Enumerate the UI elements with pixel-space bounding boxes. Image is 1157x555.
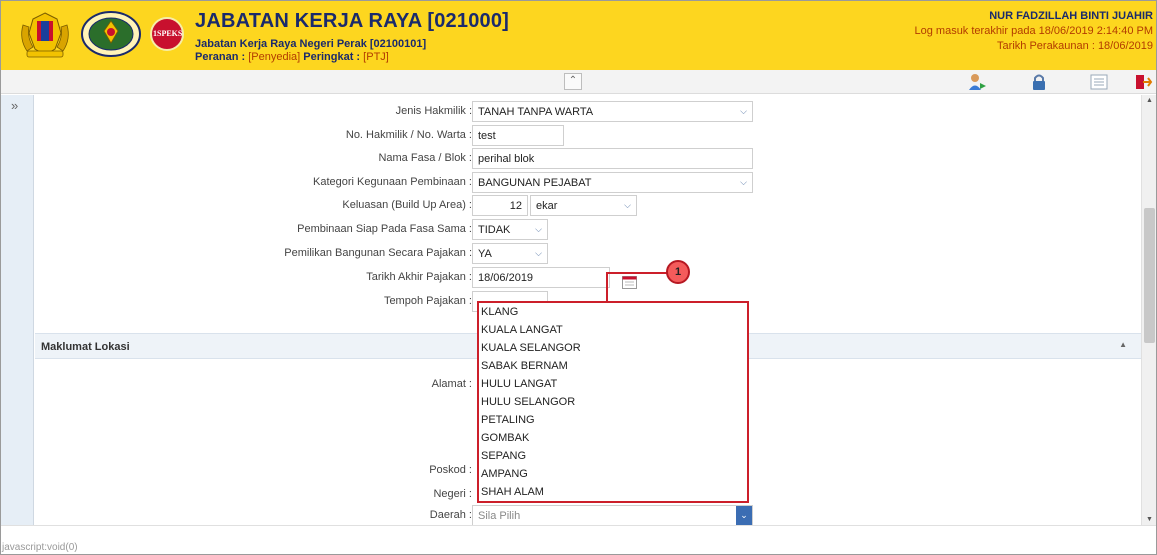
list-item[interactable]: GOMBAK <box>481 432 529 449</box>
list-item[interactable]: KUALA LANGAT <box>481 324 563 341</box>
input-tarikh-akhir[interactable]: 18/06/2019 <box>472 267 610 288</box>
row-daerah: Daerah : Sila Pilih ⌄ <box>35 505 1141 527</box>
label-nama-fasa: Nama Fasa / Blok : <box>378 152 472 164</box>
label-alamat: Alamat : <box>431 378 472 390</box>
row-pemilikan: Pemilikan Bangunan Secara Pajakan : YA ⌵ <box>35 243 1141 265</box>
row-nama-fasa: Nama Fasa / Blok : perihal blok <box>35 148 1141 170</box>
status-text: javascript:void(0) <box>2 542 78 553</box>
scroll-thumb[interactable] <box>1144 208 1155 343</box>
toolbar: ⌃ <box>1 70 1156 94</box>
user-name: NUR FADZILLAH BINTI JUAHIR <box>989 10 1153 22</box>
side-panel-toggle[interactable]: » <box>1 95 34 525</box>
label-poskod: Poskod : <box>429 464 472 476</box>
user-info: NUR FADZILLAH BINTI JUAHIR Log masuk ter… <box>915 9 1154 54</box>
row-kategori: Kategori Kegunaan Pembinaan : BANGUNAN P… <box>35 172 1141 194</box>
app-window: 1SPEKS JABATAN KERJA RAYA [021000] Jabat… <box>0 0 1157 555</box>
malaysia-coat-of-arms-logo <box>21 12 69 58</box>
list-item[interactable]: SEPANG <box>481 450 526 467</box>
user-switch-icon[interactable] <box>967 72 987 92</box>
list-item[interactable]: SHAH ALAM <box>481 486 544 503</box>
select-pemilikan[interactable]: YA ⌵ <box>472 243 548 264</box>
input-keluasan[interactable]: 12 <box>472 195 528 216</box>
list-item[interactable]: HULU LANGAT <box>481 378 557 395</box>
scroll-down-icon[interactable]: ▼ <box>1146 516 1153 523</box>
select-daerah[interactable]: Sila Pilih ⌄ <box>472 505 753 526</box>
role-line: Peranan : [Penyedia] Peringkat : [PTJ] <box>195 51 389 63</box>
logout-icon[interactable] <box>1133 72 1153 92</box>
speks-logo: 1SPEKS <box>150 9 184 59</box>
label-kategori: Kategori Kegunaan Pembinaan : <box>312 176 472 188</box>
vertical-scrollbar[interactable]: ▲ ▼ <box>1141 95 1156 525</box>
row-pembinaan-siap: Pembinaan Siap Pada Fasa Sama : TIDAK ⌵ <box>35 219 1141 241</box>
input-nama-fasa[interactable]: perihal blok <box>472 148 753 169</box>
row-jenis-hakmilik: Jenis Hakmilik : TANAH TANPA WARTA ⌵ <box>35 101 1141 123</box>
list-item[interactable]: KLANG <box>481 306 518 323</box>
double-chevron-up-icon: ⌃ <box>568 75 578 86</box>
collapse-header-button[interactable]: ⌃ <box>564 73 582 90</box>
list-item[interactable]: KUALA SELANGOR <box>481 342 581 359</box>
chevron-down-icon: ⌵ <box>740 177 747 187</box>
last-login: Log masuk terakhir pada 18/06/2019 2:14:… <box>914 25 1154 37</box>
label-pemilikan: Pemilikan Bangunan Secara Pajakan : <box>284 247 472 259</box>
callout-connector <box>606 272 667 302</box>
section-title: Maklumat Lokasi <box>41 341 130 353</box>
label-no-hakmilik: No. Hakmilik / No. Warta : <box>345 129 472 141</box>
list-item[interactable]: SABAK BERNAM <box>481 360 568 377</box>
label-pembinaan-siap: Pembinaan Siap Pada Fasa Sama : <box>297 223 472 235</box>
list-item[interactable]: AMPANG <box>481 468 528 485</box>
scroll-up-icon[interactable]: ▲ <box>1146 97 1153 104</box>
select-jenis-hakmilik[interactable]: TANAH TANPA WARTA ⌵ <box>472 101 753 122</box>
chevron-down-icon: ⌵ <box>535 224 542 234</box>
label-tarikh-akhir: Tarikh Akhir Pajakan : <box>366 271 472 283</box>
select-kategori[interactable]: BANGUNAN PEJABAT ⌵ <box>472 172 753 193</box>
label-tempoh: Tempoh Pajakan : <box>383 295 472 307</box>
input-no-hakmilik[interactable]: test <box>472 125 564 146</box>
double-chevron-right-icon: » <box>11 98 19 113</box>
list-item[interactable]: HULU SELANGOR <box>481 396 575 413</box>
chevron-down-icon: ⌵ <box>740 106 747 116</box>
jkr-emblem-logo <box>81 11 141 57</box>
list-item[interactable]: PETALING <box>481 414 535 431</box>
label-daerah: Daerah : <box>429 509 472 521</box>
department-subtitle: Jabatan Kerja Raya Negeri Perak [0210010… <box>195 38 427 50</box>
label-negeri: Negeri : <box>433 488 472 500</box>
chevron-down-icon: ⌵ <box>624 200 631 210</box>
callout-badge: 1 <box>666 260 690 284</box>
status-bar: javascript:void(0) <box>1 525 1156 554</box>
label-keluasan: Keluasan (Build Up Area) : <box>342 199 472 211</box>
chevron-down-icon: ⌵ <box>535 248 542 258</box>
select-keluasan-unit[interactable]: ekar ⌵ <box>530 195 637 216</box>
select-pembinaan-siap[interactable]: TIDAK ⌵ <box>472 219 548 240</box>
row-keluasan: Keluasan (Build Up Area) : 12 ekar ⌵ <box>35 195 1141 217</box>
label-jenis-hakmilik: Jenis Hakmilik : <box>395 105 472 117</box>
lock-icon[interactable] <box>1029 72 1049 92</box>
daerah-dropdown-list[interactable]: KLANG KUALA LANGAT KUALA SELANGOR SABAK … <box>477 301 749 503</box>
list-menu-icon[interactable] <box>1089 72 1109 92</box>
collapse-triangle-icon[interactable]: ▲ <box>1119 340 1127 349</box>
header-banner: 1SPEKS JABATAN KERJA RAYA [021000] Jabat… <box>1 1 1156 70</box>
chevron-down-icon: ⌄ <box>736 506 752 525</box>
row-no-hakmilik: No. Hakmilik / No. Warta : test <box>35 125 1141 147</box>
row-tarikh-akhir: Tarikh Akhir Pajakan : 18/06/2019 <box>35 267 1141 289</box>
account-date: Tarikh Perakaunan : 18/06/2019 <box>997 40 1153 52</box>
page-title: JABATAN KERJA RAYA [021000] <box>195 10 510 32</box>
